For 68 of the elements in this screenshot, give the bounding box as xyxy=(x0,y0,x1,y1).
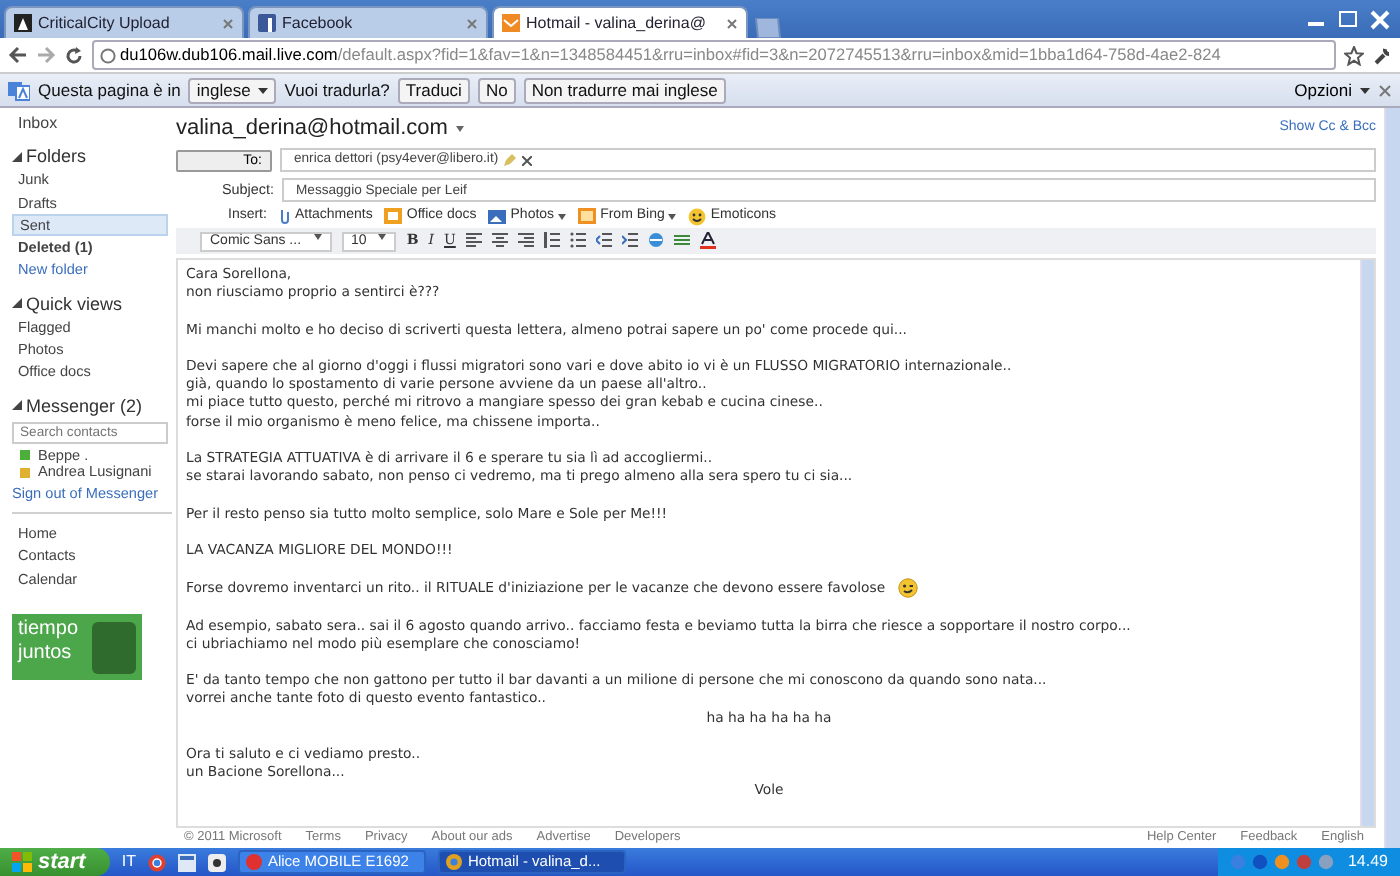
line-icon[interactable] xyxy=(673,232,690,250)
page-icon xyxy=(100,47,116,63)
scrollbar[interactable] xyxy=(1360,260,1374,826)
translate-icon xyxy=(8,79,30,101)
wrench-icon[interactable] xyxy=(1372,45,1392,65)
app-icon[interactable] xyxy=(207,853,226,871)
site-icon xyxy=(502,14,520,32)
caret-icon xyxy=(378,233,387,239)
collapse-icon[interactable] xyxy=(12,400,22,411)
font-color-icon[interactable] xyxy=(699,232,716,250)
reload-icon[interactable] xyxy=(64,45,84,65)
address-bar[interactable]: du106w.dub106.mail.live.com/default.aspx?fid=1&fav=1&n=1348584451&rru=inbox#fid=3&n=2072745513&rru=inbox&mid=1bba1d64-758d-4ae2-824 xyxy=(92,40,1336,70)
caret-icon[interactable] xyxy=(455,125,464,131)
image-icon xyxy=(578,208,597,224)
office-icon xyxy=(384,208,403,224)
smiley-icon xyxy=(688,207,707,225)
folder-item[interactable]: Inbox xyxy=(12,112,172,135)
browser-tab[interactable]: Facebook xyxy=(248,6,488,38)
close-icon[interactable] xyxy=(1378,83,1392,97)
star-icon[interactable] xyxy=(1344,45,1364,65)
section-title[interactable]: Folders xyxy=(26,144,87,169)
clock: 14.49 xyxy=(1347,850,1388,874)
language-indicator[interactable]: IT xyxy=(121,850,136,874)
collapse-icon[interactable] xyxy=(12,298,22,309)
browser-icon[interactable] xyxy=(147,853,166,871)
scrollbar[interactable] xyxy=(1384,108,1400,848)
ad-text: juntos xyxy=(18,641,74,666)
translate-prompt: Questa pagina è in xyxy=(38,77,181,103)
back-icon[interactable] xyxy=(8,46,28,64)
translate-button[interactable]: Non tradurre mai inglese xyxy=(523,77,726,103)
browser-tab[interactable]: Hotmail - valina_derina@ xyxy=(492,6,748,38)
options-menu[interactable]: Opzioni xyxy=(1294,77,1370,103)
photo-icon xyxy=(488,209,507,223)
outdent-icon[interactable] xyxy=(595,232,612,250)
site-icon xyxy=(258,14,276,32)
section-title[interactable]: Messenger (2) xyxy=(26,393,143,418)
window-icon[interactable] xyxy=(177,853,196,871)
browser-tab[interactable]: CriticalCity Upload xyxy=(4,6,244,38)
photo-placeholder xyxy=(92,621,136,674)
numbered-list-icon[interactable] xyxy=(543,232,560,250)
app-icon xyxy=(445,854,462,870)
bullet-list-icon[interactable] xyxy=(569,232,586,250)
remove-icon[interactable] xyxy=(522,155,533,165)
section-title[interactable]: Quick views xyxy=(26,291,123,316)
new-tab-icon[interactable] xyxy=(752,18,784,38)
collapse-icon[interactable] xyxy=(12,151,22,162)
windows-logo-icon xyxy=(12,852,32,872)
url-text: du106w.dub106.mail.live.com/default.aspx?fid=1&fav=1&n=1348584451&rru=inbox#fid=3&n=2072745513&rru=inbox&mid=1bba1d64-758d-4ae2-824 xyxy=(120,42,1221,68)
app-icon xyxy=(245,854,262,870)
align-right-icon[interactable] xyxy=(517,232,534,250)
indent-icon[interactable] xyxy=(621,232,638,250)
site-icon xyxy=(14,14,32,32)
translate-button[interactable]: Traduci xyxy=(397,77,470,103)
paperclip-icon xyxy=(278,208,291,224)
close-icon[interactable] xyxy=(726,17,738,29)
align-center-icon[interactable] xyxy=(491,232,508,250)
language-dropdown[interactable]: inglese xyxy=(188,77,277,103)
maximize-icon[interactable] xyxy=(1336,8,1360,30)
align-left-icon[interactable] xyxy=(465,232,482,250)
translate-question: Vuoi tradurla? xyxy=(284,77,390,103)
sender-address[interactable]: valina_derina@hotmail.com xyxy=(176,111,448,145)
caret-icon xyxy=(1360,87,1370,93)
caret-icon xyxy=(313,233,322,239)
ad-text: tiempo xyxy=(18,617,81,642)
translate-button[interactable]: No xyxy=(477,77,516,103)
close-icon[interactable] xyxy=(222,17,234,29)
caret-icon xyxy=(258,87,269,93)
close-icon[interactable] xyxy=(466,17,478,29)
